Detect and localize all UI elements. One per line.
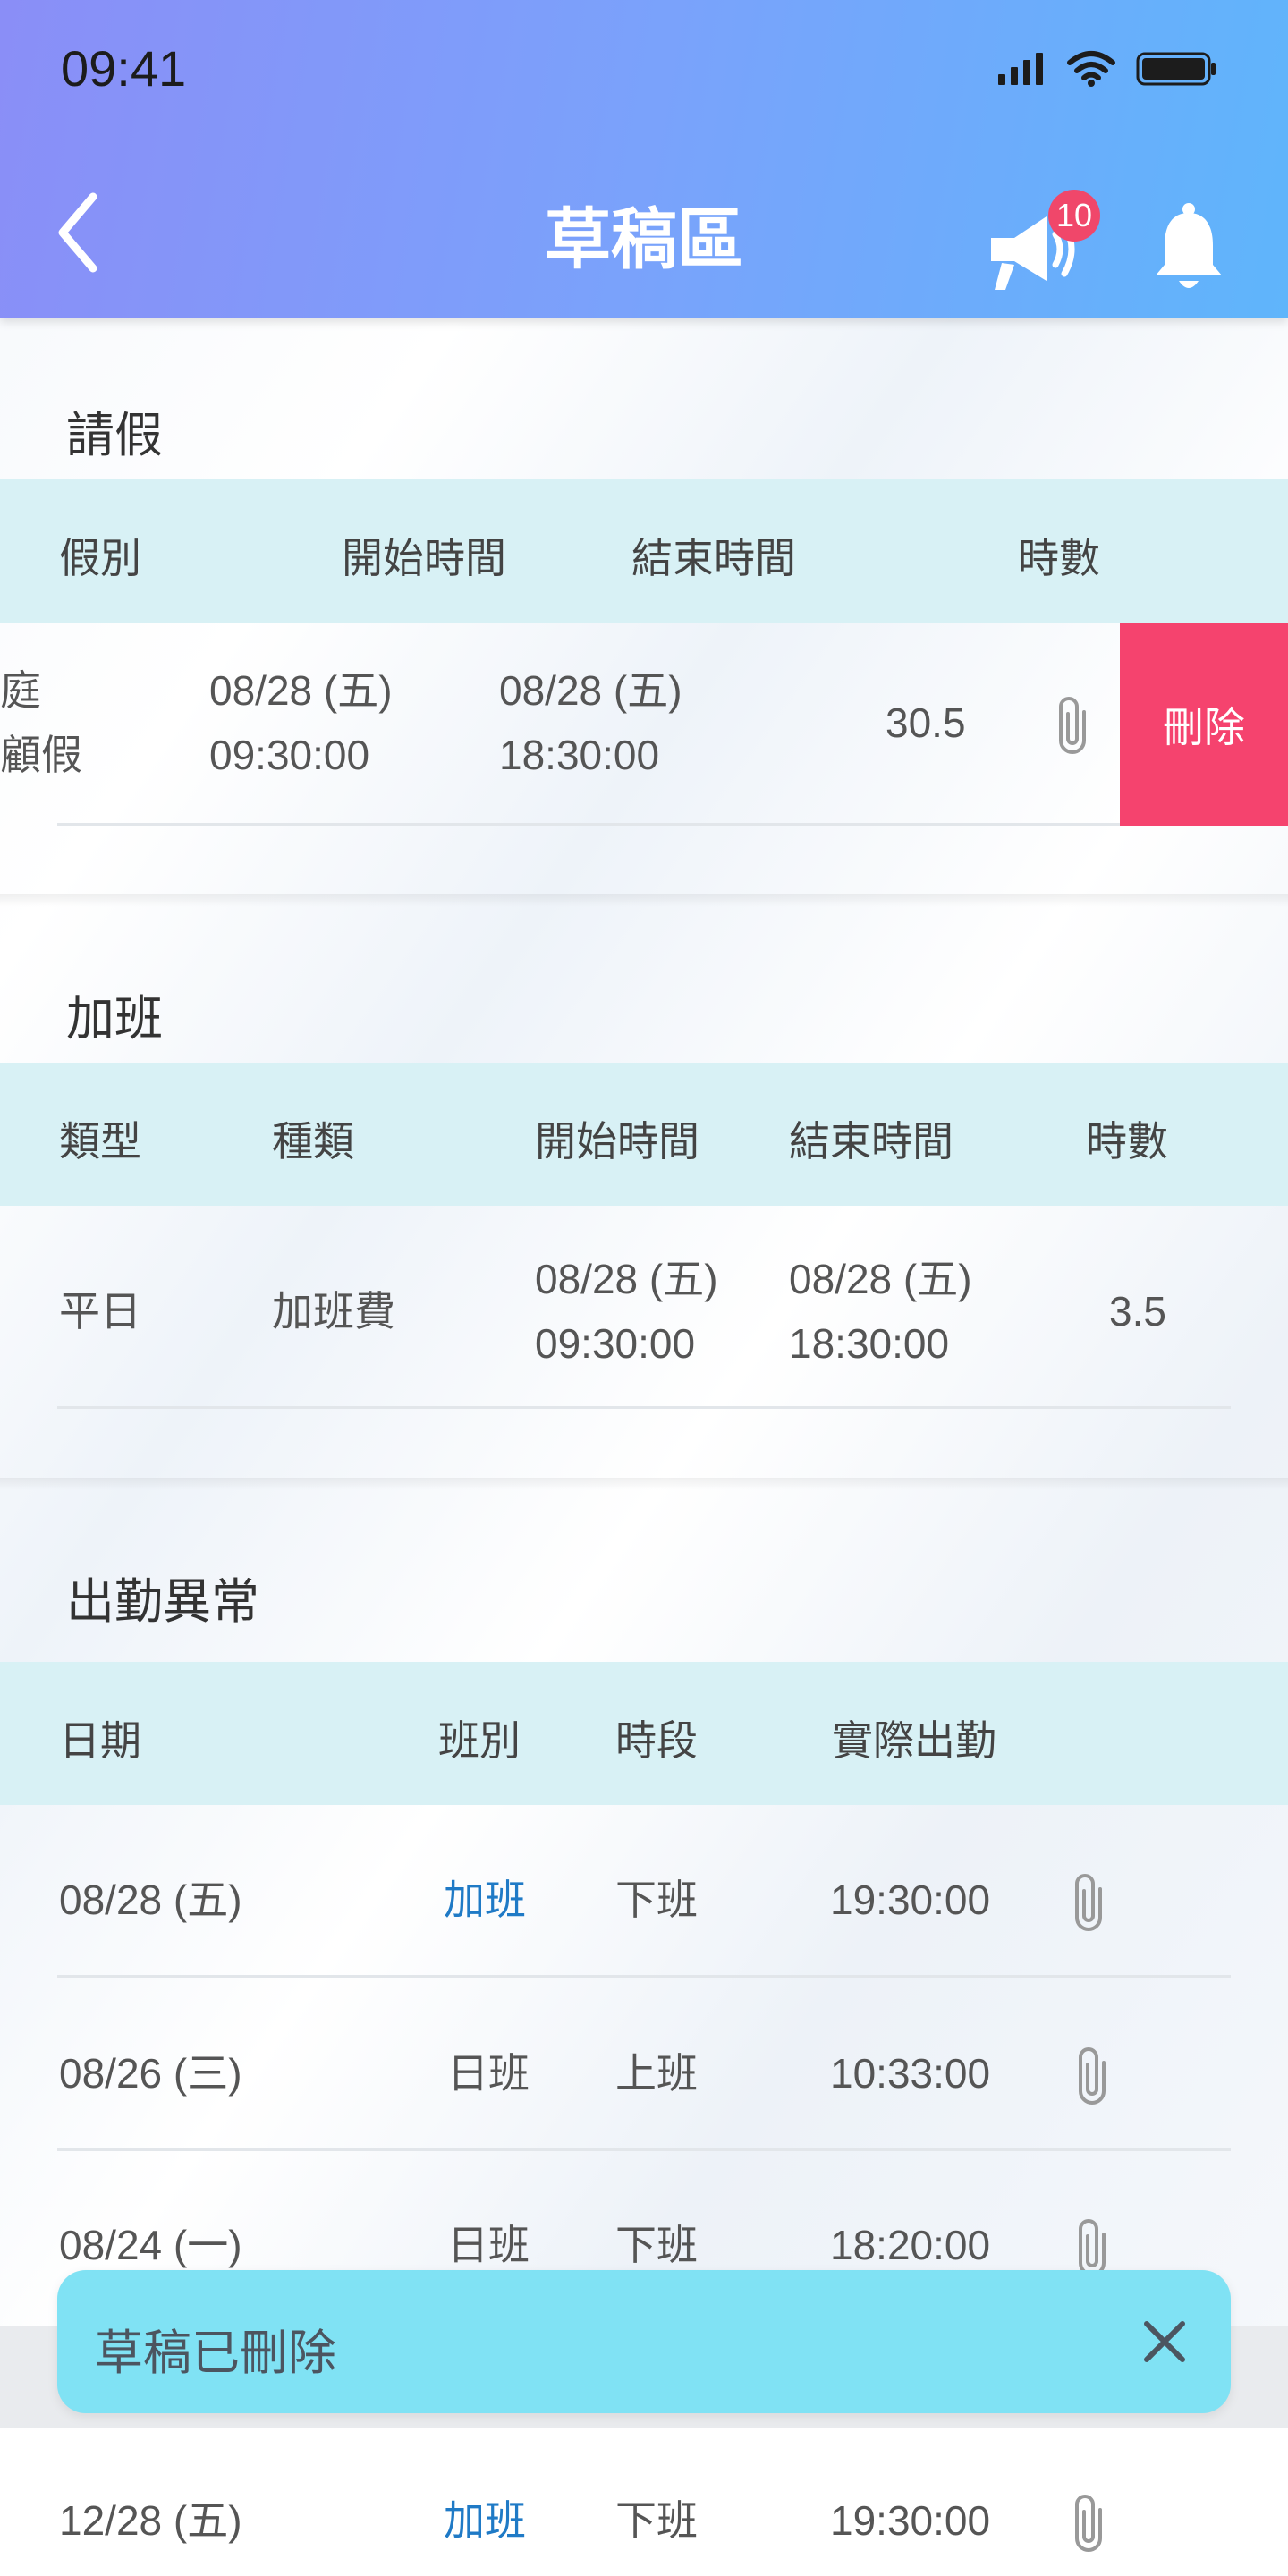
attendance-header-period: 時段 bbox=[615, 1716, 698, 1765]
toast-message: 草稿已刪除 bbox=[95, 2325, 336, 2381]
attendance-table-header: 日期 班別 時段 實際出勤 bbox=[0, 1662, 1288, 1805]
leave-section-title: 請假 bbox=[66, 407, 163, 463]
overtime-end-time: 18:30:00 bbox=[789, 1320, 950, 1367]
paperclip-icon[interactable] bbox=[1052, 692, 1093, 757]
overtime-header-type: 類型 bbox=[59, 1117, 141, 1165]
leave-start-time: 09:30:00 bbox=[209, 732, 370, 778]
leave-header-start: 開始時間 bbox=[342, 534, 506, 582]
leave-end-time: 18:30:00 bbox=[499, 732, 660, 778]
leave-type-line2: 顧假 bbox=[0, 732, 82, 778]
overtime-row-divider bbox=[57, 1406, 1231, 1409]
attendance-date: 08/24 (一) bbox=[59, 2222, 242, 2268]
attendance-date: 12/28 (五) bbox=[59, 2497, 242, 2544]
wifi-icon bbox=[1067, 51, 1115, 87]
overtime-header-kind: 種類 bbox=[272, 1117, 354, 1165]
attendance-shift: 日班 bbox=[447, 2222, 530, 2268]
overtime-hours: 3.5 bbox=[1109, 1288, 1166, 1335]
overtime-kind: 加班費 bbox=[272, 1288, 395, 1335]
overtime-type: 平日 bbox=[59, 1288, 141, 1335]
paperclip-icon[interactable] bbox=[1068, 2490, 1109, 2555]
battery-icon bbox=[1136, 52, 1216, 86]
overtime-header-end: 結束時間 bbox=[789, 1117, 953, 1165]
leave-start-date: 08/28 (五) bbox=[209, 667, 393, 714]
app-header: 09:41 草稿區 10 bbox=[0, 0, 1288, 318]
status-time: 09:41 bbox=[61, 40, 187, 97]
toast-notification: 草稿已刪除 bbox=[57, 2270, 1231, 2413]
attendance-period: 下班 bbox=[615, 2222, 698, 2268]
overtime-header-start: 開始時間 bbox=[535, 1117, 699, 1165]
section-divider bbox=[0, 894, 1288, 907]
section-divider bbox=[0, 1478, 1288, 1490]
attendance-period: 下班 bbox=[615, 2497, 698, 2544]
attendance-header-date: 日期 bbox=[59, 1716, 141, 1765]
overtime-start-time: 09:30:00 bbox=[535, 1320, 696, 1367]
attendance-row-divider bbox=[57, 1975, 1231, 1978]
leave-header-hours: 時數 bbox=[1018, 534, 1100, 582]
attendance-actual: 19:30:00 bbox=[830, 1877, 991, 1923]
attendance-section-title: 出勤異常 bbox=[66, 1573, 259, 1630]
notification-badge: 10 bbox=[1048, 190, 1100, 242]
attendance-row-divider bbox=[57, 2148, 1231, 2151]
attendance-period: 上班 bbox=[615, 2050, 698, 2097]
attendance-actual: 18:20:00 bbox=[830, 2222, 991, 2268]
close-icon[interactable] bbox=[1138, 2315, 1191, 2368]
attendance-shift: 日班 bbox=[447, 2050, 530, 2097]
overtime-section-title: 加班 bbox=[66, 990, 163, 1046]
attendance-period: 下班 bbox=[615, 1877, 698, 1923]
leave-hours: 30.5 bbox=[886, 699, 966, 746]
bell-icon[interactable] bbox=[1152, 202, 1225, 295]
leave-row-divider bbox=[57, 823, 1120, 826]
leave-end-date: 08/28 (五) bbox=[499, 667, 682, 714]
attendance-header-shift: 班別 bbox=[438, 1716, 521, 1765]
attendance-actual: 10:33:00 bbox=[830, 2050, 991, 2097]
delete-button[interactable]: 刪除 bbox=[1120, 623, 1288, 826]
attendance-shift-link[interactable]: 加班 bbox=[444, 1868, 526, 1932]
leave-header-type: 假別 bbox=[59, 534, 141, 582]
attendance-actual: 19:30:00 bbox=[830, 2497, 991, 2544]
attendance-date: 08/28 (五) bbox=[59, 1877, 242, 1923]
signal-icon bbox=[998, 53, 1043, 85]
status-icons bbox=[996, 50, 1218, 88]
leave-type-line1: 庭 bbox=[0, 667, 41, 714]
overtime-table-header: 類型 種類 開始時間 結束時間 時數 bbox=[0, 1063, 1288, 1206]
leave-header-end: 結束時間 bbox=[631, 534, 796, 582]
attendance-shift-link[interactable]: 加班 bbox=[444, 2488, 526, 2553]
overtime-start-date: 08/28 (五) bbox=[535, 1256, 718, 1302]
overtime-end-date: 08/28 (五) bbox=[789, 1256, 972, 1302]
paperclip-icon[interactable] bbox=[1068, 1869, 1109, 1934]
overtime-header-hours: 時數 bbox=[1086, 1117, 1168, 1165]
leave-table-header: 假別 開始時間 結束時間 時數 bbox=[0, 479, 1288, 623]
attendance-date: 08/26 (三) bbox=[59, 2050, 242, 2097]
paperclip-icon[interactable] bbox=[1072, 2043, 1113, 2107]
attendance-header-actual: 實際出勤 bbox=[832, 1716, 996, 1765]
